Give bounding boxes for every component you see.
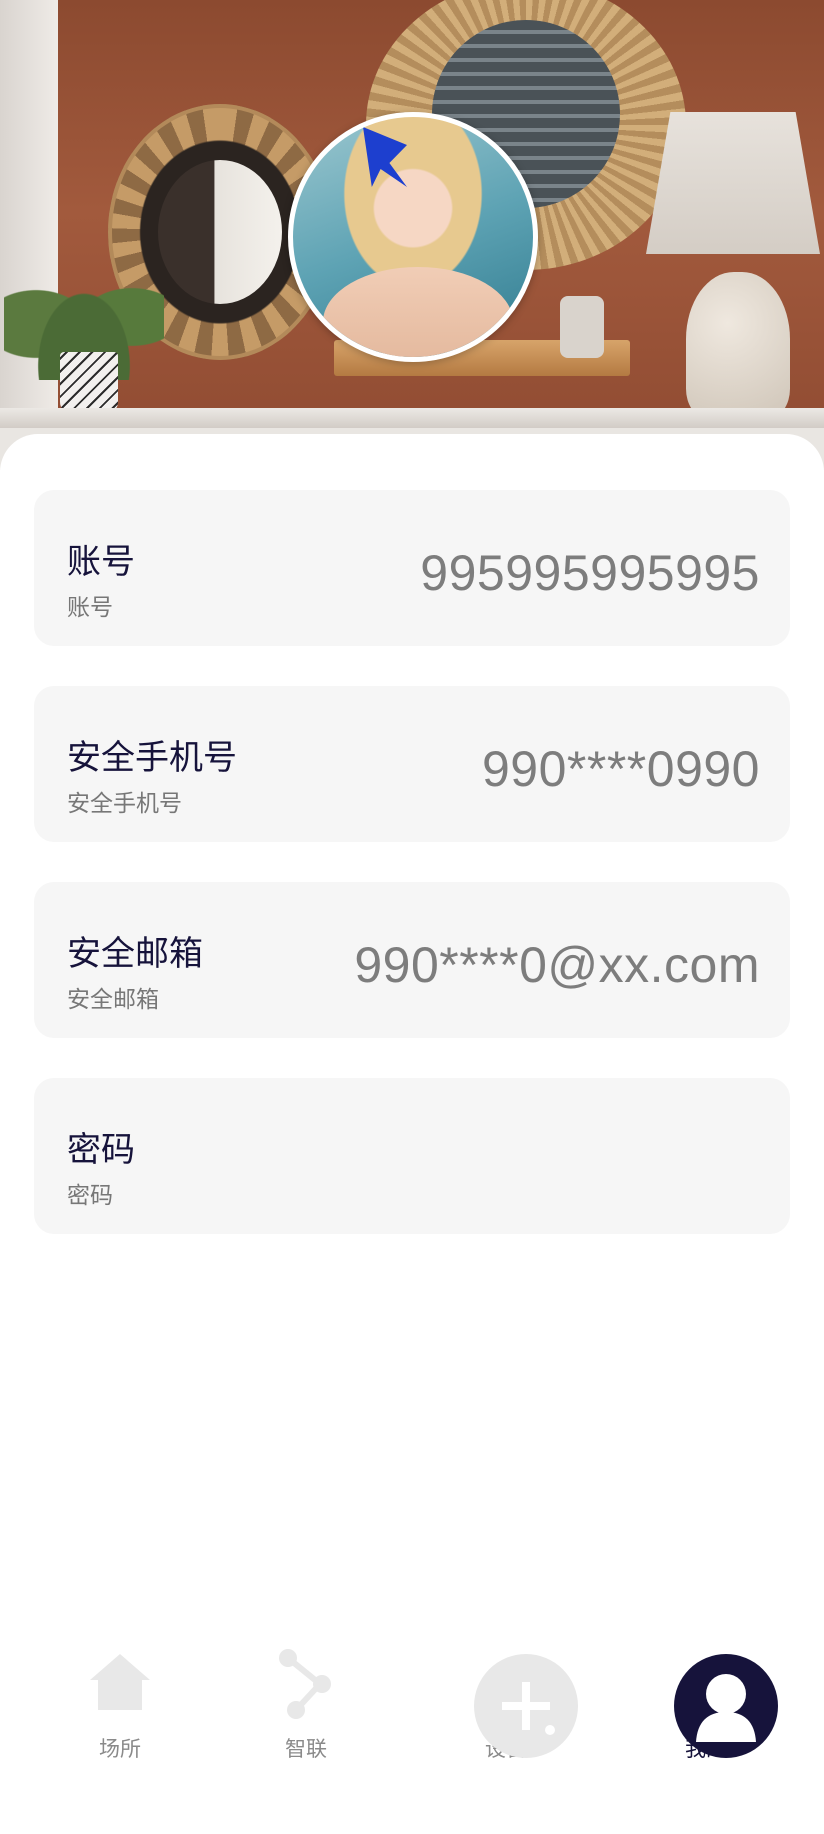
row-subtitle: 账号 — [67, 595, 113, 621]
mirror-glass — [158, 160, 282, 304]
user-icon — [696, 1674, 756, 1742]
nav-item-me[interactable]: 我的 — [636, 1640, 778, 1761]
password-row[interactable]: 密码 密码 — [34, 1078, 790, 1234]
add-button[interactable] — [474, 1654, 578, 1758]
photo-plant-pot — [60, 352, 118, 414]
row-subtitle: 密码 — [67, 1183, 113, 1209]
photo-lamp-shade — [646, 112, 820, 254]
add-icon — [502, 1682, 555, 1735]
security-phone-row[interactable]: 安全手机号 安全手机号 990****0990 — [34, 686, 790, 842]
row-title: 密码 — [67, 1130, 135, 1170]
avatar-bow — [363, 127, 407, 187]
security-email-row[interactable]: 安全邮箱 安全邮箱 990****0@xx.com — [34, 882, 790, 1038]
row-subtitle: 安全邮箱 — [67, 987, 159, 1013]
home-icon — [90, 1654, 150, 1710]
user-button[interactable] — [674, 1654, 778, 1758]
row-title: 安全邮箱 — [67, 934, 203, 974]
photo-lamp-base — [686, 272, 790, 418]
connection-icon — [279, 1649, 331, 1719]
avatar[interactable] — [288, 112, 538, 362]
row-subtitle: 安全手机号 — [67, 791, 182, 817]
avatar-figure — [323, 267, 513, 357]
account-settings-page: 账号 账号 995995995995 安全手机号 安全手机号 990****09… — [0, 0, 824, 1834]
row-title: 账号 — [67, 542, 135, 582]
nav-item-venues[interactable]: 场所 — [50, 1640, 190, 1761]
nav-label: 智联 — [285, 1737, 327, 1761]
photo-bottle — [560, 296, 604, 358]
row-value: 995995995995 — [420, 545, 760, 601]
account-id-row[interactable]: 账号 账号 995995995995 — [34, 490, 790, 646]
row-value: 990****0990 — [482, 741, 760, 797]
photo-counter — [0, 408, 824, 430]
nav-label: 场所 — [99, 1737, 141, 1761]
nav-item-connect[interactable]: 智联 — [236, 1640, 376, 1761]
nav-item-devices[interactable]: 设备 — [436, 1640, 578, 1761]
row-title: 安全手机号 — [67, 738, 237, 778]
row-value: 990****0@xx.com — [354, 937, 760, 993]
